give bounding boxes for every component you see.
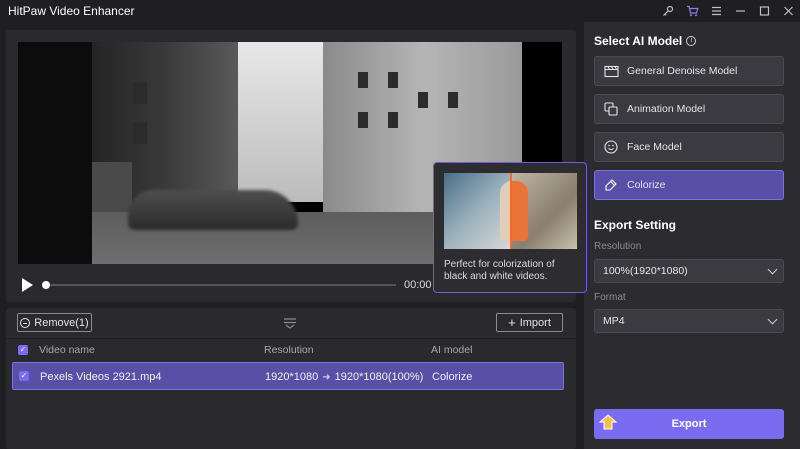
resolution-label: Resolution — [594, 241, 642, 252]
model-label: Face Model — [627, 141, 682, 153]
model-label: General Denoise Model — [627, 65, 738, 77]
settings-panel: Select AI Model i General Denoise Model … — [584, 22, 800, 449]
resolution-value: 100%(1920*1080) — [603, 265, 688, 277]
resolution-select[interactable]: 100%(1920*1080) — [594, 259, 784, 283]
format-select[interactable]: MP4 — [594, 309, 784, 333]
select-ai-model-heading: Select AI Model i — [594, 34, 697, 48]
seek-handle[interactable] — [42, 281, 50, 289]
video-list-panel: Remove(1) + Import ✓ Video name Resoluti… — [6, 308, 576, 449]
header-video-name: Video name — [39, 344, 95, 356]
window-controls — [656, 0, 800, 22]
row-resolution-from: 1920*1080 — [265, 371, 319, 383]
remove-circle-icon — [20, 317, 31, 328]
face-icon — [603, 139, 619, 155]
key-icon[interactable] — [656, 0, 680, 22]
row-video-name: Pexels Videos 2921.mp4 — [40, 371, 162, 383]
row-ai-model: Colorize — [432, 371, 473, 383]
export-setting-title: Export Setting — [594, 218, 677, 232]
select-ai-model-title: Select AI Model — [594, 34, 683, 48]
brush-icon — [603, 177, 619, 193]
play-icon[interactable] — [22, 278, 33, 292]
model-face[interactable]: Face Model — [594, 132, 784, 162]
colorize-preview-thumbnail — [444, 173, 577, 249]
header-ai-model: AI model — [431, 344, 473, 356]
app-title: HitPaw Video Enhancer — [8, 4, 135, 18]
row-resolution: 1920*1080 ➜ 1920*1080(100%) — [265, 371, 423, 383]
list-toolbar: Remove(1) + Import — [6, 308, 576, 338]
row-checkbox[interactable]: ✓ — [19, 371, 29, 381]
animation-icon — [603, 101, 619, 117]
export-button[interactable]: Export — [594, 409, 784, 439]
export-setting-heading: Export Setting — [594, 218, 676, 232]
close-icon[interactable] — [776, 0, 800, 22]
model-colorize[interactable]: Colorize — [594, 170, 784, 200]
chevron-down-icon — [767, 264, 778, 275]
collapse-icon[interactable] — [282, 317, 298, 329]
chevron-down-icon — [767, 314, 778, 325]
tooltip-description: Perfect for colorization of black and wh… — [444, 259, 555, 282]
minimize-icon[interactable] — [728, 0, 752, 22]
title-bar: HitPaw Video Enhancer — [0, 0, 800, 22]
seek-bar[interactable] — [46, 284, 396, 286]
model-label: Animation Model — [627, 103, 706, 115]
info-icon[interactable]: i — [686, 36, 697, 46]
film-icon — [603, 63, 619, 79]
model-animation[interactable]: Animation Model — [594, 94, 784, 124]
table-row[interactable]: ✓ Pexels Videos 2921.mp4 1920*1080 ➜ 192… — [12, 362, 564, 390]
list-header: ✓ Video name Resolution AI model — [6, 341, 576, 359]
model-label: Colorize — [627, 179, 666, 191]
maximize-icon[interactable] — [752, 0, 776, 22]
format-value: MP4 — [603, 315, 625, 327]
cart-icon[interactable] — [680, 0, 704, 22]
import-button[interactable]: + Import — [496, 313, 563, 332]
row-resolution-to: 1920*1080(100%) — [334, 371, 424, 383]
arrow-right-icon: ➜ — [322, 371, 331, 383]
menu-icon[interactable] — [704, 0, 728, 22]
remove-button[interactable]: Remove(1) — [17, 313, 92, 332]
export-button-label: Export — [671, 418, 707, 430]
format-label: Format — [594, 292, 626, 303]
remove-button-label: Remove(1) — [34, 316, 89, 329]
import-button-label: Import — [519, 316, 551, 329]
model-general-denoise[interactable]: General Denoise Model — [594, 56, 784, 86]
colorize-tooltip: Perfect for colorization of black and wh… — [433, 162, 587, 293]
select-all-checkbox[interactable]: ✓ — [18, 345, 28, 355]
plus-icon: + — [508, 314, 516, 330]
app-window: HitPaw Video Enhancer 00:00 / 0 Perfect … — [0, 0, 800, 449]
export-emblem-icon — [597, 412, 619, 434]
list-divider — [6, 338, 576, 339]
header-resolution: Resolution — [264, 344, 314, 356]
